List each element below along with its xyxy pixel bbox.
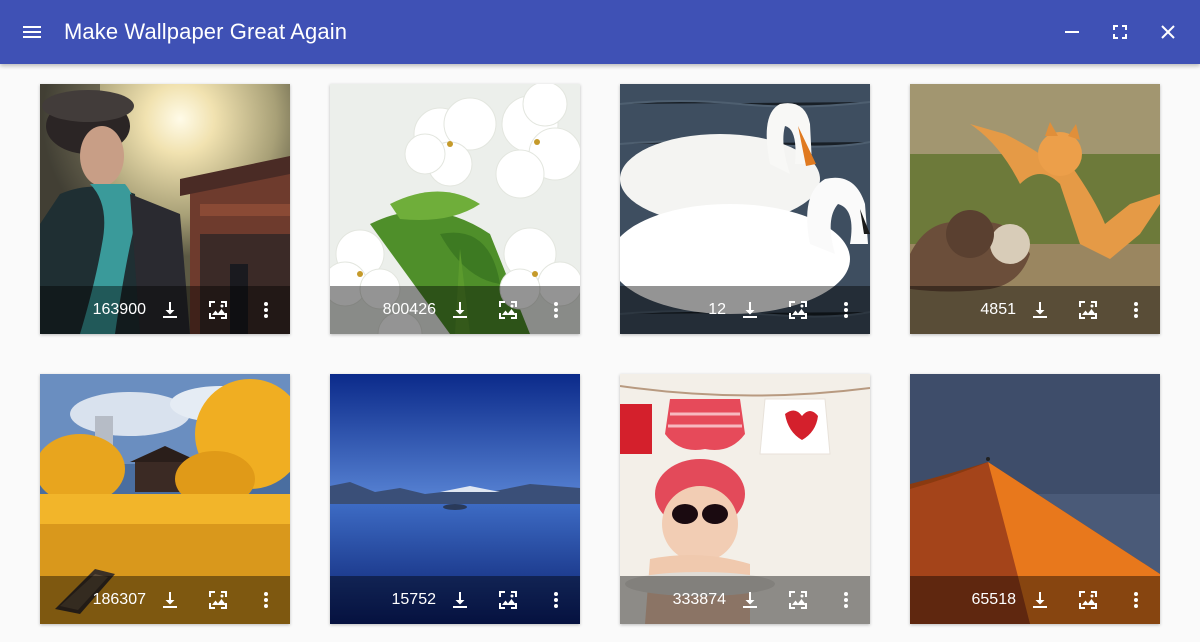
set-wallpaper-icon[interactable] [206,298,230,322]
minimize-icon[interactable] [1060,20,1084,44]
download-icon[interactable] [738,588,762,612]
download-count: 12 [708,301,726,318]
wallpaper-card[interactable]: 163900 [40,84,290,334]
close-icon[interactable] [1156,20,1180,44]
set-wallpaper-icon[interactable] [206,588,230,612]
download-count: 15752 [391,591,437,608]
download-icon[interactable] [738,298,762,322]
wallpaper-card[interactable]: 4851 [910,84,1160,334]
download-count: 65518 [971,591,1017,608]
wallpaper-card[interactable]: 15752 [330,374,580,624]
card-action-bar: 333874 [620,576,870,624]
download-count: 333874 [672,591,726,608]
wallpaper-card[interactable]: 800426 [330,84,580,334]
card-action-bar: 163900 [40,286,290,334]
wallpaper-card[interactable]: 12 [620,84,870,334]
download-count: 163900 [92,301,146,318]
menu-icon[interactable] [20,20,44,44]
set-wallpaper-icon[interactable] [786,298,810,322]
set-wallpaper-icon[interactable] [786,588,810,612]
set-wallpaper-icon[interactable] [1076,588,1100,612]
download-icon[interactable] [158,298,182,322]
wallpaper-card[interactable]: 186307 [40,374,290,624]
download-icon[interactable] [1028,588,1052,612]
card-action-bar: 800426 [330,286,580,334]
set-wallpaper-icon[interactable] [496,588,520,612]
app-title: Make Wallpaper Great Again [64,19,348,44]
more-vert-icon[interactable] [834,588,858,612]
maximize-icon[interactable] [1108,20,1132,44]
app-bar: Make Wallpaper Great Again [0,0,1200,64]
set-wallpaper-icon[interactable] [1076,298,1100,322]
card-action-bar: 12 [620,286,870,334]
download-count: 4851 [980,301,1016,318]
more-vert-icon[interactable] [544,588,568,612]
download-count: 800426 [382,301,436,318]
download-icon[interactable] [1028,298,1052,322]
more-vert-icon[interactable] [834,298,858,322]
more-vert-icon[interactable] [1124,298,1148,322]
wallpaper-card[interactable]: 333874 [620,374,870,624]
card-action-bar: 186307 [40,576,290,624]
more-vert-icon[interactable] [1124,588,1148,612]
download-count: 186307 [92,591,146,608]
more-vert-icon[interactable] [254,298,278,322]
wallpaper-grid: 163900 800426 12 4851 186307 15752 33387… [0,64,1200,642]
more-vert-icon[interactable] [254,588,278,612]
download-icon[interactable] [158,588,182,612]
card-action-bar: 4851 [910,286,1160,334]
set-wallpaper-icon[interactable] [496,298,520,322]
card-action-bar: 15752 [330,576,580,624]
download-icon[interactable] [448,298,472,322]
more-vert-icon[interactable] [544,298,568,322]
card-action-bar: 65518 [910,576,1160,624]
download-icon[interactable] [448,588,472,612]
wallpaper-card[interactable]: 65518 [910,374,1160,624]
